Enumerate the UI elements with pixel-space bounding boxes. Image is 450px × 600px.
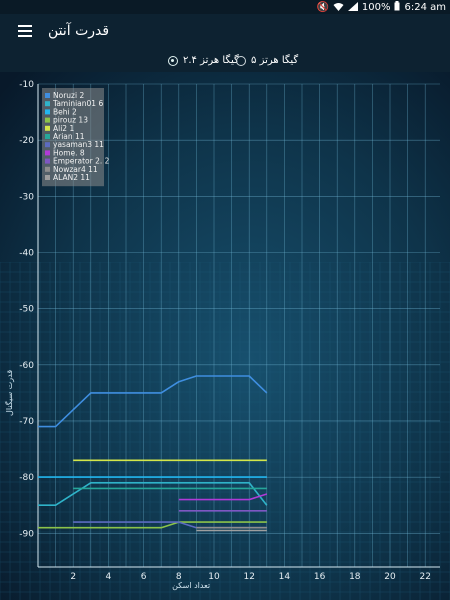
y-tick-label: -70 xyxy=(19,417,34,427)
x-tick-label: 16 xyxy=(314,572,326,582)
radio-unselected-icon xyxy=(236,55,246,66)
battery-percent: 100% xyxy=(361,2,391,13)
y-tick-label: -80 xyxy=(19,473,34,483)
x-tick-label: 22 xyxy=(419,572,430,582)
legend-swatch xyxy=(45,166,50,172)
status-icons: 🔇 100% 6:24 am xyxy=(316,1,446,15)
y-tick-label: -30 xyxy=(19,192,34,202)
background-texture xyxy=(0,262,450,600)
radio-option-24ghz[interactable]: ۲.۴ گیگا هرتز xyxy=(168,55,239,66)
status-time: 6:24 am xyxy=(404,2,446,13)
x-tick-label: 4 xyxy=(106,572,112,582)
legend-swatch xyxy=(45,150,50,156)
status-bar: 🔇 100% 6:24 am xyxy=(0,0,450,14)
legend-swatch xyxy=(45,109,50,115)
legend-swatch xyxy=(45,142,50,148)
legend-entry: ALAN2 11 xyxy=(53,173,90,182)
menu-icon[interactable] xyxy=(18,25,32,37)
legend-swatch xyxy=(45,175,50,180)
y-axis-title: قدرت سیگنال xyxy=(4,370,14,416)
band-selector: ۲.۴ گیگا هرتز ۵ گیگا هرتز xyxy=(0,52,450,72)
radio-label-5ghz: ۵ گیگا هرتز xyxy=(251,55,299,66)
app-bar: قدرت آنتن xyxy=(0,14,450,52)
y-tick-label: -90 xyxy=(19,529,34,539)
legend-swatch xyxy=(45,134,50,139)
signal-icon xyxy=(347,1,358,15)
radio-option-5ghz[interactable]: ۵ گیگا هرتز xyxy=(236,55,298,66)
y-tick-label: -50 xyxy=(19,305,34,315)
x-tick-label: 6 xyxy=(141,572,147,582)
legend-swatch xyxy=(45,117,50,123)
x-tick-label: 18 xyxy=(349,572,361,582)
wifi-icon xyxy=(333,2,344,15)
legend-swatch xyxy=(45,101,50,107)
x-tick-label: 20 xyxy=(384,572,396,582)
x-axis-title: تعداد اسکن xyxy=(172,581,210,590)
battery-icon xyxy=(394,1,400,15)
x-tick-label: 2 xyxy=(70,572,76,582)
legend-swatch xyxy=(45,158,50,164)
y-tick-label: -10 xyxy=(19,80,34,90)
radio-label-24ghz: ۲.۴ گیگا هرتز xyxy=(183,55,239,66)
y-tick-label: -20 xyxy=(19,136,34,146)
y-tick-label: -60 xyxy=(19,361,34,371)
signal-strength-chart: -10-20-30-40-50-60-70-80-902 4 6 8 10 12 14 16 1… xyxy=(0,72,450,600)
legend-swatch xyxy=(45,125,50,131)
x-tick-label: 12 xyxy=(243,572,254,582)
radio-selected-icon xyxy=(168,55,178,66)
x-tick-label: 14 xyxy=(279,572,291,582)
mute-icon: 🔇 xyxy=(316,2,329,13)
app-title: قدرت آنتن xyxy=(48,23,110,39)
y-tick-label: -40 xyxy=(19,248,34,258)
legend-swatch xyxy=(45,93,50,98)
